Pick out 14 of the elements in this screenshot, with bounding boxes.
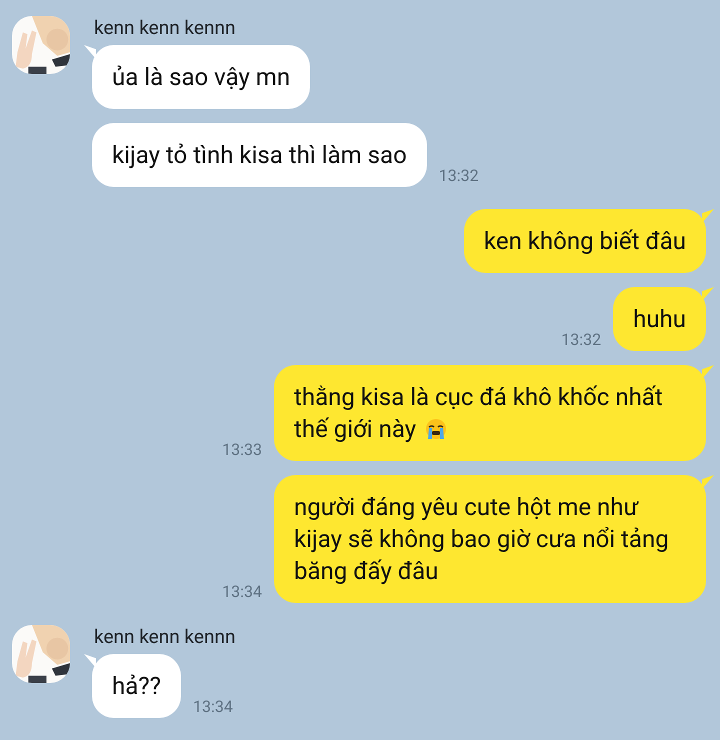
timestamp: 13:32 [438, 166, 479, 185]
timestamp: 13:34 [222, 582, 262, 601]
timestamp: 13:32 [561, 330, 602, 349]
message-text: ken không biết đâu [484, 227, 686, 255]
message-text: huhu [633, 305, 686, 333]
message-text: ủa là sao vậy mn [112, 63, 290, 91]
message-text: hả?? [112, 672, 161, 700]
timestamp: 13:34 [192, 697, 233, 716]
message-text: người đáng yêu cute hột me như kijay sẽ không bao giờ cưa nổi tảng băng đấy đâu [294, 493, 669, 585]
sender-name: kenn kenn kennn [94, 16, 236, 39]
sender-name: kenn kenn kennn [94, 625, 236, 648]
message-text: kijay tỏ tình kisa thì làm sao [112, 141, 407, 169]
timestamp: 13:33 [222, 440, 262, 459]
message-text: thằng kisa là cục đá khô khốc nhất thế giới này [294, 383, 663, 443]
